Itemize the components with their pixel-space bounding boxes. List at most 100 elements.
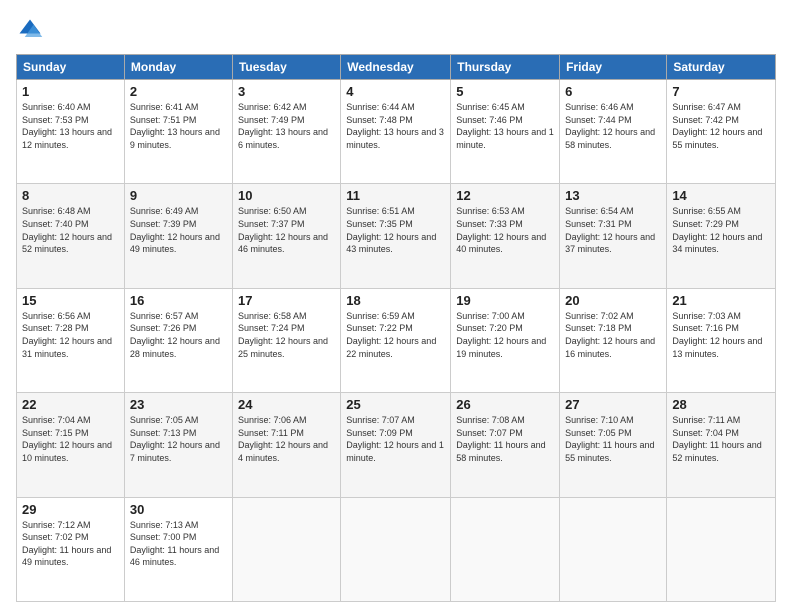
calendar-cell (232, 497, 340, 601)
day-header-saturday: Saturday (667, 55, 776, 80)
day-number: 9 (130, 188, 227, 203)
day-number: 2 (130, 84, 227, 99)
calendar-cell: 4 Sunrise: 6:44 AMSunset: 7:48 PMDayligh… (341, 80, 451, 184)
day-number: 22 (22, 397, 119, 412)
calendar-cell: 7 Sunrise: 6:47 AMSunset: 7:42 PMDayligh… (667, 80, 776, 184)
day-number: 19 (456, 293, 554, 308)
day-number: 8 (22, 188, 119, 203)
calendar-cell: 3 Sunrise: 6:42 AMSunset: 7:49 PMDayligh… (232, 80, 340, 184)
calendar-cell: 17 Sunrise: 6:58 AMSunset: 7:24 PMDaylig… (232, 288, 340, 392)
day-number: 26 (456, 397, 554, 412)
calendar-cell: 18 Sunrise: 6:59 AMSunset: 7:22 PMDaylig… (341, 288, 451, 392)
day-number: 28 (672, 397, 770, 412)
calendar-cell: 16 Sunrise: 6:57 AMSunset: 7:26 PMDaylig… (124, 288, 232, 392)
calendar-cell: 2 Sunrise: 6:41 AMSunset: 7:51 PMDayligh… (124, 80, 232, 184)
day-info: Sunrise: 6:54 AMSunset: 7:31 PMDaylight:… (565, 205, 661, 255)
week-row-2: 8 Sunrise: 6:48 AMSunset: 7:40 PMDayligh… (17, 184, 776, 288)
day-number: 16 (130, 293, 227, 308)
day-header-tuesday: Tuesday (232, 55, 340, 80)
calendar-cell: 10 Sunrise: 6:50 AMSunset: 7:37 PMDaylig… (232, 184, 340, 288)
calendar-cell (560, 497, 667, 601)
day-number: 7 (672, 84, 770, 99)
calendar-cell: 15 Sunrise: 6:56 AMSunset: 7:28 PMDaylig… (17, 288, 125, 392)
day-info: Sunrise: 6:53 AMSunset: 7:33 PMDaylight:… (456, 205, 554, 255)
day-number: 3 (238, 84, 335, 99)
day-info: Sunrise: 7:06 AMSunset: 7:11 PMDaylight:… (238, 414, 335, 464)
calendar-cell: 26 Sunrise: 7:08 AMSunset: 7:07 PMDaylig… (451, 393, 560, 497)
day-number: 12 (456, 188, 554, 203)
day-info: Sunrise: 7:03 AMSunset: 7:16 PMDaylight:… (672, 310, 770, 360)
calendar-cell: 25 Sunrise: 7:07 AMSunset: 7:09 PMDaylig… (341, 393, 451, 497)
day-info: Sunrise: 7:05 AMSunset: 7:13 PMDaylight:… (130, 414, 227, 464)
calendar-cell: 11 Sunrise: 6:51 AMSunset: 7:35 PMDaylig… (341, 184, 451, 288)
calendar-cell: 13 Sunrise: 6:54 AMSunset: 7:31 PMDaylig… (560, 184, 667, 288)
day-number: 14 (672, 188, 770, 203)
day-info: Sunrise: 6:42 AMSunset: 7:49 PMDaylight:… (238, 101, 335, 151)
day-number: 4 (346, 84, 445, 99)
calendar-cell: 20 Sunrise: 7:02 AMSunset: 7:18 PMDaylig… (560, 288, 667, 392)
day-info: Sunrise: 6:56 AMSunset: 7:28 PMDaylight:… (22, 310, 119, 360)
calendar-cell: 28 Sunrise: 7:11 AMSunset: 7:04 PMDaylig… (667, 393, 776, 497)
day-info: Sunrise: 7:04 AMSunset: 7:15 PMDaylight:… (22, 414, 119, 464)
day-info: Sunrise: 7:11 AMSunset: 7:04 PMDaylight:… (672, 414, 770, 464)
day-number: 20 (565, 293, 661, 308)
calendar-cell: 23 Sunrise: 7:05 AMSunset: 7:13 PMDaylig… (124, 393, 232, 497)
calendar-cell: 14 Sunrise: 6:55 AMSunset: 7:29 PMDaylig… (667, 184, 776, 288)
calendar-cell: 29 Sunrise: 7:12 AMSunset: 7:02 PMDaylig… (17, 497, 125, 601)
calendar-cell (341, 497, 451, 601)
day-number: 27 (565, 397, 661, 412)
calendar-body: 1 Sunrise: 6:40 AMSunset: 7:53 PMDayligh… (17, 80, 776, 602)
day-info: Sunrise: 7:12 AMSunset: 7:02 PMDaylight:… (22, 519, 119, 569)
week-row-3: 15 Sunrise: 6:56 AMSunset: 7:28 PMDaylig… (17, 288, 776, 392)
day-number: 11 (346, 188, 445, 203)
calendar-cell: 5 Sunrise: 6:45 AMSunset: 7:46 PMDayligh… (451, 80, 560, 184)
day-number: 13 (565, 188, 661, 203)
day-number: 17 (238, 293, 335, 308)
day-info: Sunrise: 6:50 AMSunset: 7:37 PMDaylight:… (238, 205, 335, 255)
day-info: Sunrise: 6:41 AMSunset: 7:51 PMDaylight:… (130, 101, 227, 151)
calendar-cell: 6 Sunrise: 6:46 AMSunset: 7:44 PMDayligh… (560, 80, 667, 184)
day-header-wednesday: Wednesday (341, 55, 451, 80)
day-number: 25 (346, 397, 445, 412)
day-header-sunday: Sunday (17, 55, 125, 80)
day-info: Sunrise: 7:08 AMSunset: 7:07 PMDaylight:… (456, 414, 554, 464)
day-info: Sunrise: 7:02 AMSunset: 7:18 PMDaylight:… (565, 310, 661, 360)
day-info: Sunrise: 6:57 AMSunset: 7:26 PMDaylight:… (130, 310, 227, 360)
day-header-thursday: Thursday (451, 55, 560, 80)
day-number: 30 (130, 502, 227, 517)
day-info: Sunrise: 6:58 AMSunset: 7:24 PMDaylight:… (238, 310, 335, 360)
calendar-cell: 30 Sunrise: 7:13 AMSunset: 7:00 PMDaylig… (124, 497, 232, 601)
day-number: 1 (22, 84, 119, 99)
day-number: 21 (672, 293, 770, 308)
header (16, 16, 776, 44)
day-info: Sunrise: 6:44 AMSunset: 7:48 PMDaylight:… (346, 101, 445, 151)
day-number: 10 (238, 188, 335, 203)
day-info: Sunrise: 7:00 AMSunset: 7:20 PMDaylight:… (456, 310, 554, 360)
day-number: 24 (238, 397, 335, 412)
day-info: Sunrise: 6:46 AMSunset: 7:44 PMDaylight:… (565, 101, 661, 151)
calendar-cell: 9 Sunrise: 6:49 AMSunset: 7:39 PMDayligh… (124, 184, 232, 288)
week-row-1: 1 Sunrise: 6:40 AMSunset: 7:53 PMDayligh… (17, 80, 776, 184)
day-header-friday: Friday (560, 55, 667, 80)
calendar-cell (451, 497, 560, 601)
day-number: 23 (130, 397, 227, 412)
week-row-5: 29 Sunrise: 7:12 AMSunset: 7:02 PMDaylig… (17, 497, 776, 601)
day-info: Sunrise: 6:49 AMSunset: 7:39 PMDaylight:… (130, 205, 227, 255)
day-info: Sunrise: 7:13 AMSunset: 7:00 PMDaylight:… (130, 519, 227, 569)
day-info: Sunrise: 6:40 AMSunset: 7:53 PMDaylight:… (22, 101, 119, 151)
calendar-cell: 21 Sunrise: 7:03 AMSunset: 7:16 PMDaylig… (667, 288, 776, 392)
calendar-cell: 1 Sunrise: 6:40 AMSunset: 7:53 PMDayligh… (17, 80, 125, 184)
day-info: Sunrise: 7:10 AMSunset: 7:05 PMDaylight:… (565, 414, 661, 464)
calendar-cell: 19 Sunrise: 7:00 AMSunset: 7:20 PMDaylig… (451, 288, 560, 392)
calendar-table: SundayMondayTuesdayWednesdayThursdayFrid… (16, 54, 776, 602)
day-header-monday: Monday (124, 55, 232, 80)
logo-icon (16, 16, 44, 44)
day-info: Sunrise: 6:48 AMSunset: 7:40 PMDaylight:… (22, 205, 119, 255)
days-row: SundayMondayTuesdayWednesdayThursdayFrid… (17, 55, 776, 80)
logo (16, 16, 48, 44)
calendar-cell: 27 Sunrise: 7:10 AMSunset: 7:05 PMDaylig… (560, 393, 667, 497)
day-number: 29 (22, 502, 119, 517)
day-info: Sunrise: 6:45 AMSunset: 7:46 PMDaylight:… (456, 101, 554, 151)
calendar-cell (667, 497, 776, 601)
day-number: 18 (346, 293, 445, 308)
